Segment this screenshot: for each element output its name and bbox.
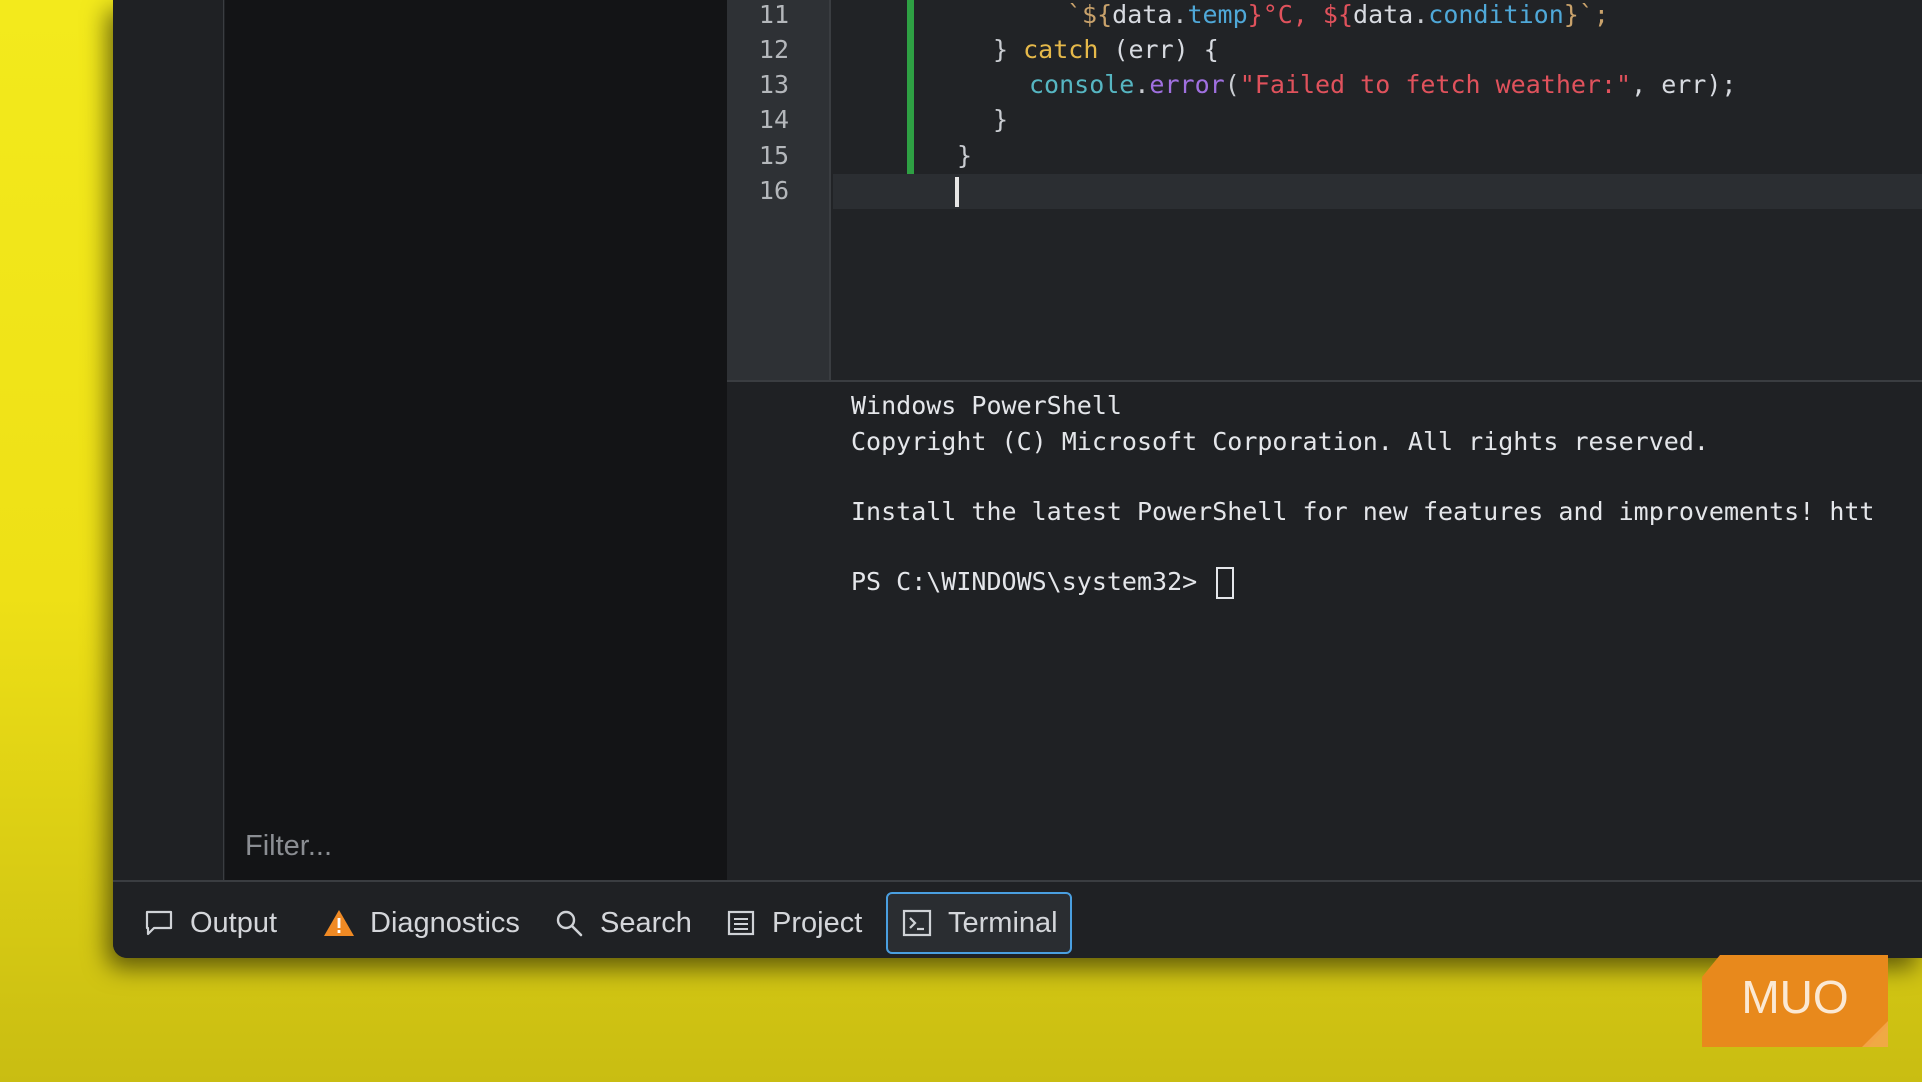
code-token: "Failed to fetch weather:" bbox=[1239, 70, 1632, 99]
code-line-14: } bbox=[993, 102, 1008, 137]
tab-label: Diagnostics bbox=[370, 906, 520, 939]
line-number: 16 bbox=[758, 176, 789, 205]
code-token: data bbox=[1112, 0, 1173, 29]
code-token: data bbox=[1353, 0, 1414, 29]
code-token: temp bbox=[1187, 0, 1248, 29]
code-token: } bbox=[993, 35, 1024, 64]
terminal-line: Windows PowerShell bbox=[851, 391, 1122, 420]
filter-input[interactable] bbox=[245, 826, 805, 866]
search-icon bbox=[552, 906, 586, 940]
code-token: }°C, ${ bbox=[1247, 0, 1354, 29]
tab-output[interactable]: Output bbox=[130, 892, 289, 954]
code-editor[interactable]: 11 12 13 14 15 16 `${data.temp}°C, ${dat… bbox=[727, 0, 1922, 380]
current-line-highlight bbox=[833, 174, 1922, 209]
terminal-prompt-line: PS C:\WINDOWS\system32> bbox=[851, 564, 1235, 600]
terminal-icon bbox=[900, 906, 934, 940]
line-number: 12 bbox=[758, 35, 789, 64]
line-number: 15 bbox=[758, 141, 789, 170]
code-token: , err); bbox=[1631, 70, 1737, 99]
code-token: condition bbox=[1428, 0, 1564, 29]
list-icon bbox=[724, 906, 758, 940]
terminal-line: Install the latest PowerShell for new fe… bbox=[851, 497, 1875, 526]
bottom-panel-tabs: Output Diagnostics Search Project Termin… bbox=[113, 880, 1922, 958]
code-token: ( bbox=[1224, 70, 1240, 99]
tab-project[interactable]: Project bbox=[712, 892, 874, 954]
code-token: . bbox=[1172, 0, 1188, 29]
terminal-panel[interactable]: Windows PowerShell Copyright (C) Microso… bbox=[727, 380, 1922, 880]
code-line-12: } catch (err) { bbox=[993, 32, 1219, 67]
code-token: (err) { bbox=[1098, 35, 1219, 64]
tab-label: Search bbox=[600, 906, 692, 939]
editor-window: 11 12 13 14 15 16 `${data.temp}°C, ${dat… bbox=[113, 0, 1922, 958]
code-line-11: `${data.temp}°C, ${data.condition}`; bbox=[1067, 0, 1609, 32]
warning-icon bbox=[322, 906, 356, 940]
code-line-15: } bbox=[957, 138, 972, 173]
line-number-gutter: 11 12 13 14 15 16 bbox=[727, 0, 831, 380]
text-caret bbox=[955, 177, 959, 207]
code-token: } bbox=[993, 105, 1009, 134]
code-token: . bbox=[1413, 0, 1429, 29]
code-token: `${ bbox=[1067, 0, 1113, 29]
tab-label: Project bbox=[772, 906, 863, 939]
tab-label: Output bbox=[190, 906, 278, 939]
terminal-line: Copyright (C) Microsoft Corporation. All… bbox=[851, 427, 1709, 456]
tab-diagnostics[interactable]: Diagnostics bbox=[310, 892, 532, 954]
code-token: console bbox=[1029, 70, 1135, 99]
activity-strip bbox=[113, 0, 224, 880]
code-line-13: console.error("Failed to fetch weather:"… bbox=[1029, 67, 1736, 102]
logo-text: MUO bbox=[1741, 971, 1848, 1023]
code-token: error bbox=[1149, 70, 1225, 99]
line-number: 14 bbox=[758, 105, 789, 134]
code-token: } bbox=[957, 141, 973, 170]
tab-search[interactable]: Search bbox=[540, 892, 704, 954]
code-token: }`; bbox=[1563, 0, 1609, 29]
tab-label: Terminal bbox=[948, 906, 1058, 939]
code-token: . bbox=[1134, 70, 1150, 99]
code-token: catch bbox=[1023, 35, 1099, 64]
line-number: 13 bbox=[758, 70, 789, 99]
terminal-prompt: PS C:\WINDOWS\system32> bbox=[851, 567, 1213, 596]
tab-terminal[interactable]: Terminal bbox=[886, 892, 1072, 954]
line-number: 11 bbox=[758, 0, 789, 29]
muo-logo: MUO bbox=[1702, 955, 1888, 1047]
terminal-cursor bbox=[1216, 567, 1235, 599]
message-icon bbox=[142, 906, 176, 940]
